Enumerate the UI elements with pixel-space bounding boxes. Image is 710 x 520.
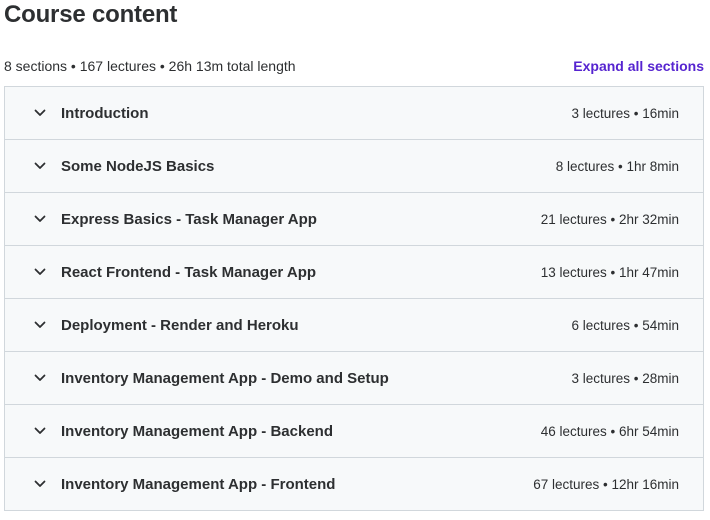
chevron-down-icon xyxy=(33,477,47,491)
section-row-deployment[interactable]: Deployment - Render and Heroku 6 lecture… xyxy=(5,299,703,352)
section-title: Express Basics - Task Manager App xyxy=(61,210,317,228)
section-row-inventory-demo-setup[interactable]: Inventory Management App - Demo and Setu… xyxy=(5,352,703,405)
chevron-down-icon xyxy=(33,106,47,120)
section-title: Deployment - Render and Heroku xyxy=(61,316,299,334)
section-row-introduction[interactable]: Introduction 3 lectures • 16min xyxy=(5,87,703,140)
section-list: Introduction 3 lectures • 16min Some Nod… xyxy=(4,86,704,511)
section-meta: 3 lectures • 28min xyxy=(571,370,679,386)
section-title: Inventory Management App - Frontend xyxy=(61,475,336,493)
section-meta: 21 lectures • 2hr 32min xyxy=(540,211,679,227)
section-meta: 8 lectures • 1hr 8min xyxy=(555,158,679,174)
section-row-inventory-frontend[interactable]: Inventory Management App - Frontend 67 l… xyxy=(5,458,703,510)
chevron-down-icon xyxy=(33,424,47,438)
section-title: Inventory Management App - Demo and Setu… xyxy=(61,369,389,387)
section-meta: 46 lectures • 6hr 54min xyxy=(540,423,679,439)
chevron-down-icon xyxy=(33,212,47,226)
section-title: React Frontend - Task Manager App xyxy=(61,263,317,281)
chevron-down-icon xyxy=(33,265,47,279)
section-row-express-basics[interactable]: Express Basics - Task Manager App 21 lec… xyxy=(5,193,703,246)
section-row-nodejs-basics[interactable]: Some NodeJS Basics 8 lectures • 1hr 8min xyxy=(5,140,703,193)
course-summary-text: 8 sections • 167 lectures • 26h 13m tota… xyxy=(4,58,296,74)
chevron-down-icon xyxy=(33,159,47,173)
section-meta: 13 lectures • 1hr 47min xyxy=(540,264,679,280)
chevron-down-icon xyxy=(33,318,47,332)
section-meta: 3 lectures • 16min xyxy=(571,105,679,121)
section-row-inventory-backend[interactable]: Inventory Management App - Backend 46 le… xyxy=(5,405,703,458)
chevron-down-icon xyxy=(33,371,47,385)
section-title: Inventory Management App - Backend xyxy=(61,422,333,440)
section-title: Some NodeJS Basics xyxy=(61,157,215,175)
page-title: Course content xyxy=(4,1,178,28)
section-meta: 6 lectures • 54min xyxy=(571,317,679,333)
expand-all-sections-button[interactable]: Expand all sections xyxy=(573,58,704,74)
section-row-react-frontend[interactable]: React Frontend - Task Manager App 13 lec… xyxy=(5,246,703,299)
section-title: Introduction xyxy=(61,104,149,122)
course-summary-bar: 8 sections • 167 lectures • 26h 13m tota… xyxy=(4,56,704,76)
section-meta: 67 lectures • 12hr 16min xyxy=(533,476,679,492)
